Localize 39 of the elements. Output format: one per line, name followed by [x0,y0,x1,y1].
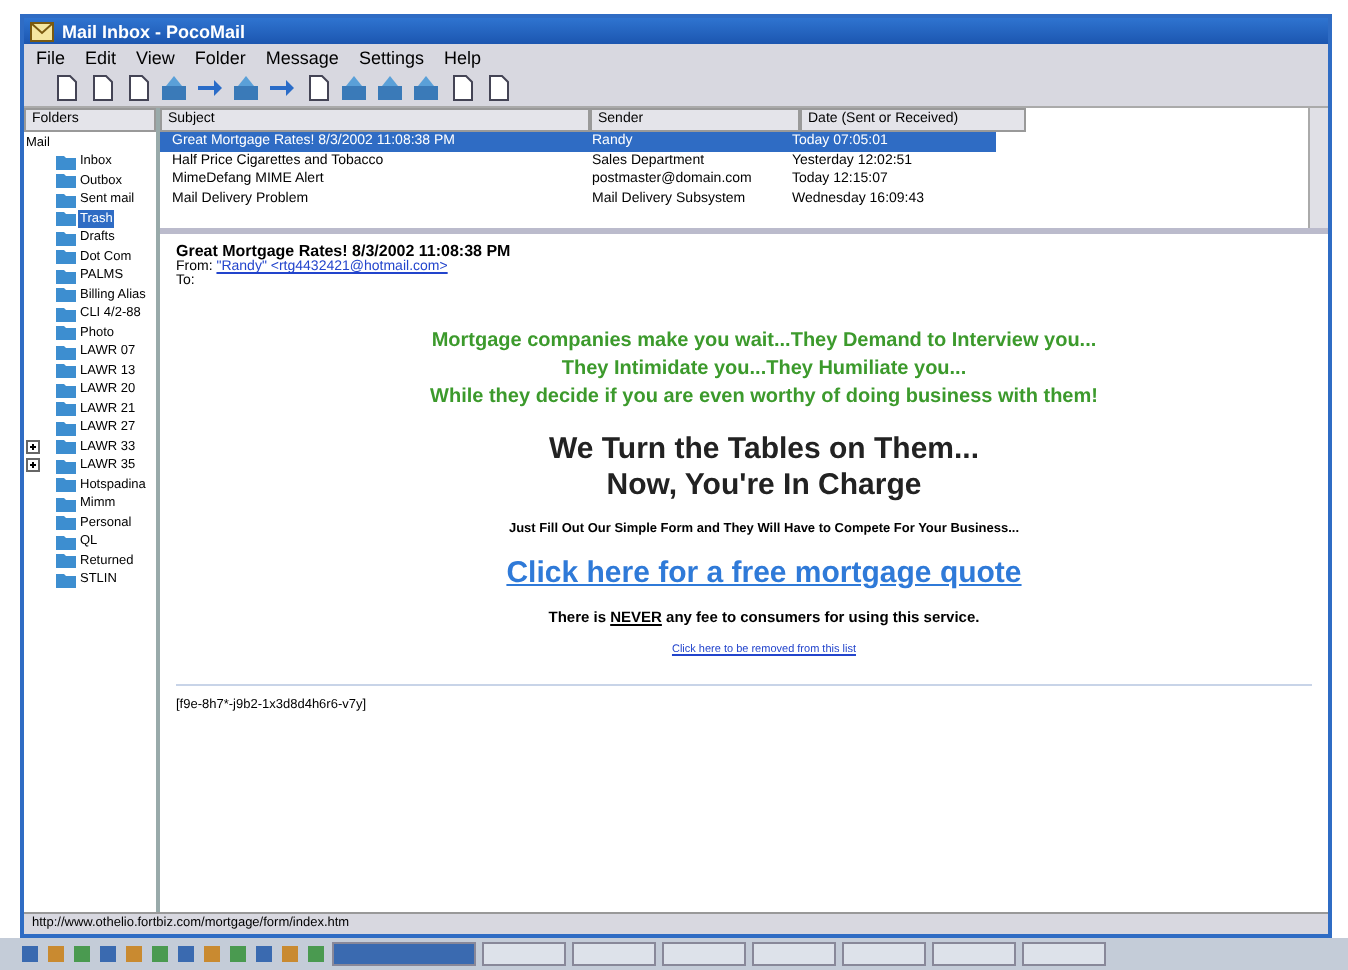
scrollbar[interactable] [1308,108,1328,228]
menu-item[interactable]: Settings [358,47,424,67]
message-subject: Great Mortgage Rates! 8/3/2002 11:08:38 PM [176,242,513,260]
page-icon [483,74,511,102]
page-icon [123,74,151,102]
page-icon [87,74,115,102]
menu-item[interactable]: View [136,47,175,67]
arrow-icon [267,74,295,102]
menu-item[interactable]: Help [443,47,481,67]
headline: We Turn the Tables on Them... [548,432,980,468]
page-icon [303,74,331,102]
menu-item[interactable]: Edit [85,47,117,67]
tray-icon [159,74,187,102]
taskbar-button[interactable] [752,942,836,966]
tray-icon [339,74,367,102]
envelope-icon [30,21,54,41]
window-title: Mail Inbox - PocoMail [62,21,246,41]
expand-icon[interactable] [24,439,42,454]
menu-item[interactable]: Message [265,47,339,67]
menu-item[interactable]: Folder [194,47,246,67]
promo-text: While they decide if you are even worthy of doing business with them! [430,384,1098,412]
taskbar-button[interactable] [1022,942,1106,966]
taskbar-button[interactable] [662,942,746,966]
headline: Now, You're In Charge [604,468,924,504]
quote-link[interactable]: Click here for a free mortgage quote [506,556,1022,590]
menu-item[interactable]: File [36,47,66,67]
page-icon [447,74,475,102]
taskbar-button[interactable] [932,942,1016,966]
arrow-icon [195,74,223,102]
taskbar-button[interactable] [572,942,656,966]
taskbar-button[interactable] [482,942,566,966]
tray-icon [231,74,259,102]
promo-text: They Intimidate you...They Humiliate you... [559,356,969,384]
tray-icon [375,74,403,102]
taskbar-button[interactable] [842,942,926,966]
tray-icon [411,74,439,102]
expand-icon[interactable] [24,458,42,473]
promo-text: Mortgage companies make you wait...They Demand to Interview you... [430,328,1098,356]
page-icon [51,74,79,102]
